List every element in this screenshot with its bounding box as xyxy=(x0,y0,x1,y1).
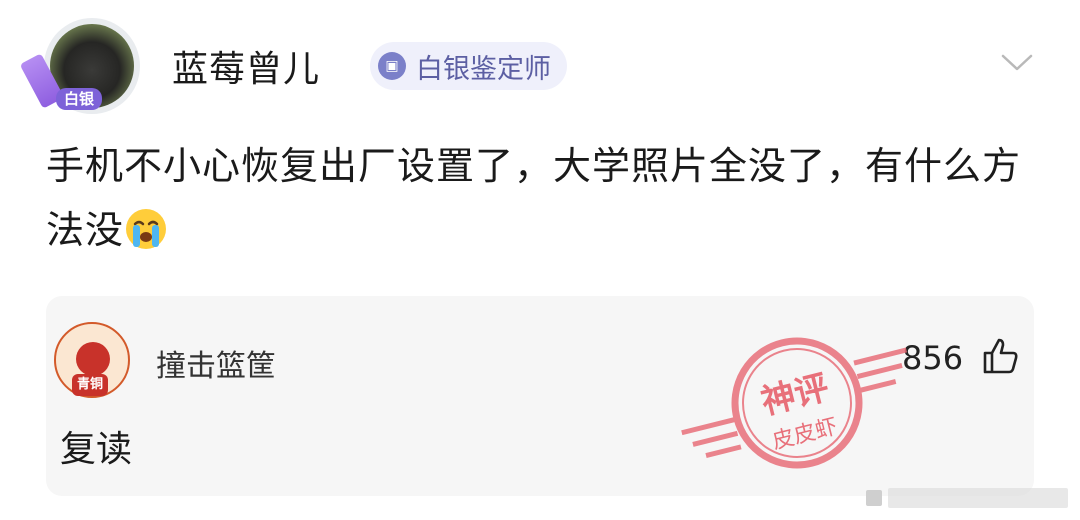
avatar-figure xyxy=(76,342,110,376)
stamp-bottom-text: 皮皮虾 xyxy=(770,414,840,454)
rank-tag[interactable]: ▣ 白银鉴定师 xyxy=(370,42,567,90)
commenter-name[interactable]: 撞击篮筐 xyxy=(156,341,276,385)
thumbs-up-icon[interactable] xyxy=(980,336,1020,376)
comment-text: 复读 xyxy=(60,429,133,470)
chevron-down-icon[interactable] xyxy=(1000,50,1034,74)
author-name[interactable]: 蓝莓曾儿 xyxy=(172,40,320,92)
commenter-level-badge: 青铜 xyxy=(72,374,108,396)
post-text: 手机不小心恢复出厂设置了，大学照片全没了，有什么方法没 xyxy=(46,134,1046,262)
avatar-level-badge: 白银 xyxy=(56,88,102,110)
rank-badge-icon: ▣ xyxy=(378,52,406,80)
post-text-content: 手机不小心恢复出厂设置了，大学照片全没了，有什么方法没 xyxy=(46,144,1022,252)
stamp-top-text: 神评 xyxy=(757,368,833,423)
god-comment-stamp: 神评 皮皮虾 xyxy=(681,337,908,469)
watermark-icon xyxy=(866,488,1068,508)
crying-face-icon xyxy=(126,209,167,249)
rank-tag-label: 白银鉴定师 xyxy=(416,53,551,85)
